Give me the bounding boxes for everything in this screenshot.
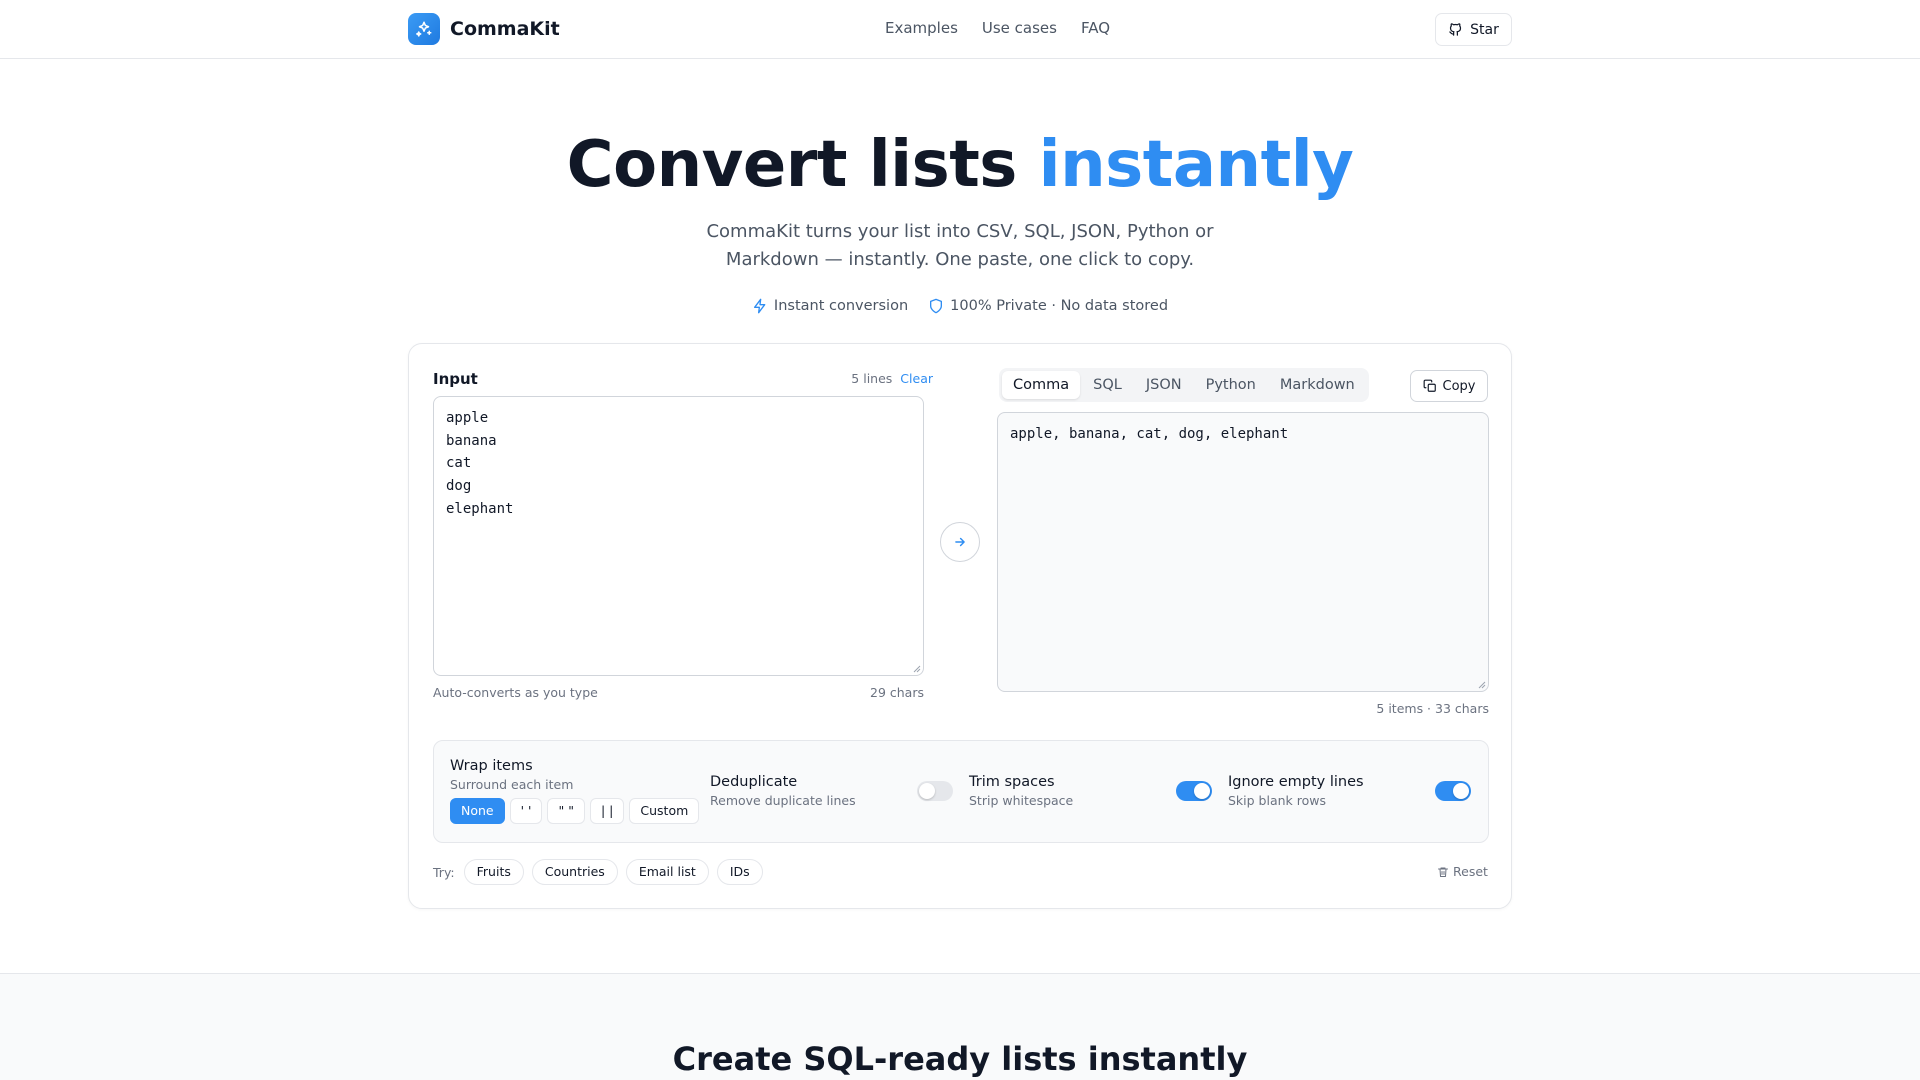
trim-spaces-subtitle: Strip whitespace — [969, 793, 1074, 808]
deduplicate-toggle[interactable] — [917, 781, 953, 801]
shield-icon — [930, 298, 943, 314]
example-email-chip[interactable]: Email list — [625, 859, 709, 885]
feature-private-label: 100% Private · No data stored — [950, 298, 1169, 314]
feature-instant-label: Instant conversion — [773, 298, 909, 314]
main-nav: Examples Use cases FAQ — [885, 19, 1110, 37]
input-char-count: 29 chars — [870, 685, 924, 700]
hero-subtitle: CommaKit turns your list into CSV, SQL, … — [706, 221, 1214, 270]
clear-button[interactable]: Clear — [900, 371, 933, 386]
copy-label: Copy — [1442, 378, 1476, 394]
format-tabs: Comma SQL JSON Python Markdown — [999, 368, 1369, 402]
output-textarea[interactable]: apple, banana, cat, dog, elephant — [997, 412, 1489, 692]
reset-button[interactable]: Reset — [1437, 864, 1488, 879]
brand-name: CommaKit — [450, 18, 560, 40]
hero-title-accent: instantly — [1038, 128, 1354, 202]
sparkle-icon — [408, 13, 440, 45]
example-fruits-chip[interactable]: Fruits — [463, 859, 524, 885]
wrap-buttons: None ' ' " " | | Custom — [450, 798, 700, 824]
github-star-button[interactable]: Star — [1435, 13, 1512, 46]
nav-use-cases[interactable]: Use cases — [982, 19, 1057, 37]
line-count: 5 lines — [851, 371, 893, 386]
copy-icon — [1423, 379, 1436, 392]
try-examples: Try: Fruits Countries Email list IDs — [433, 859, 763, 885]
section-title: Create SQL-ready lists instantly — [672, 1040, 1248, 1078]
resize-grip-icon[interactable] — [913, 665, 921, 673]
hero-title: Convert lists instantly — [0, 128, 1920, 202]
star-label: Star — [1470, 21, 1499, 38]
trim-spaces-toggle[interactable] — [1176, 781, 1212, 801]
toggle-knob — [1194, 783, 1210, 799]
input-meta: 5 lines Clear — [841, 371, 933, 386]
example-ids-chip[interactable]: IDs — [716, 859, 763, 885]
top-navigation-bar: CommaKit Examples Use cases FAQ Star — [0, 0, 1920, 59]
tab-sql[interactable]: SQL — [1082, 371, 1133, 399]
resize-grip-icon[interactable] — [1478, 681, 1486, 689]
hero-title-main: Convert lists — [566, 128, 1039, 202]
wrap-double-quote-button[interactable]: " " — [547, 798, 585, 824]
deduplicate-subtitle: Remove duplicate lines — [710, 793, 856, 808]
input-textarea[interactable]: apple banana cat dog elephant — [433, 396, 924, 676]
convert-button[interactable] — [940, 522, 980, 562]
wrap-items-option: Wrap items Surround each item None ' ' "… — [450, 758, 700, 824]
wrap-items-subtitle: Surround each item — [450, 777, 574, 792]
auto-convert-note: Auto-converts as you type — [433, 685, 598, 700]
wrap-items-title: Wrap items — [450, 758, 533, 774]
reset-label: Reset — [1453, 864, 1488, 879]
wrap-single-quote-button[interactable]: ' ' — [509, 798, 543, 824]
ignore-empty-option: Ignore empty lines Skip blank rows — [1228, 774, 1364, 808]
output-stats: 5 items · 33 chars — [1376, 701, 1489, 716]
feature-instant: Instant conversion — [752, 298, 908, 314]
example-countries-chip[interactable]: Countries — [531, 859, 618, 885]
tab-python[interactable]: Python — [1195, 371, 1267, 399]
wrap-custom-button[interactable]: Custom — [629, 798, 700, 824]
feature-list: Instant conversion 100% Private · No dat… — [0, 298, 1920, 314]
lightning-icon — [753, 298, 766, 314]
arrow-right-icon — [955, 537, 965, 547]
nav-examples[interactable]: Examples — [885, 19, 958, 37]
github-icon — [1449, 23, 1462, 36]
ignore-empty-title: Ignore empty lines — [1228, 774, 1364, 790]
toggle-knob — [919, 783, 935, 799]
wrap-pipe-button[interactable]: | | — [589, 798, 625, 824]
toggle-knob — [1453, 783, 1469, 799]
trash-icon — [1438, 867, 1448, 877]
input-label: Input — [433, 370, 478, 388]
converter-card: Input 5 lines Clear apple banana cat dog … — [408, 343, 1512, 909]
try-label: Try: — [433, 864, 455, 880]
deduplicate-title: Deduplicate — [710, 774, 798, 790]
ignore-empty-subtitle: Skip blank rows — [1228, 793, 1327, 808]
wrap-none-button[interactable]: None — [450, 798, 505, 824]
feature-private: 100% Private · No data stored — [928, 298, 1168, 314]
nav-faq[interactable]: FAQ — [1081, 19, 1110, 37]
trim-spaces-title: Trim spaces — [969, 774, 1055, 790]
ignore-empty-toggle[interactable] — [1435, 781, 1471, 801]
trim-spaces-option: Trim spaces Strip whitespace — [969, 774, 1073, 808]
deduplicate-option: Deduplicate Remove duplicate lines — [710, 774, 856, 808]
tab-json[interactable]: JSON — [1135, 371, 1193, 399]
options-panel: Wrap items Surround each item None ' ' "… — [433, 740, 1489, 843]
tab-markdown[interactable]: Markdown — [1269, 371, 1366, 399]
brand[interactable]: CommaKit — [408, 13, 560, 45]
sql-section: Create SQL-ready lists instantly — [0, 973, 1920, 1080]
tab-comma[interactable]: Comma — [1002, 371, 1081, 399]
copy-button[interactable]: Copy — [1410, 370, 1488, 402]
